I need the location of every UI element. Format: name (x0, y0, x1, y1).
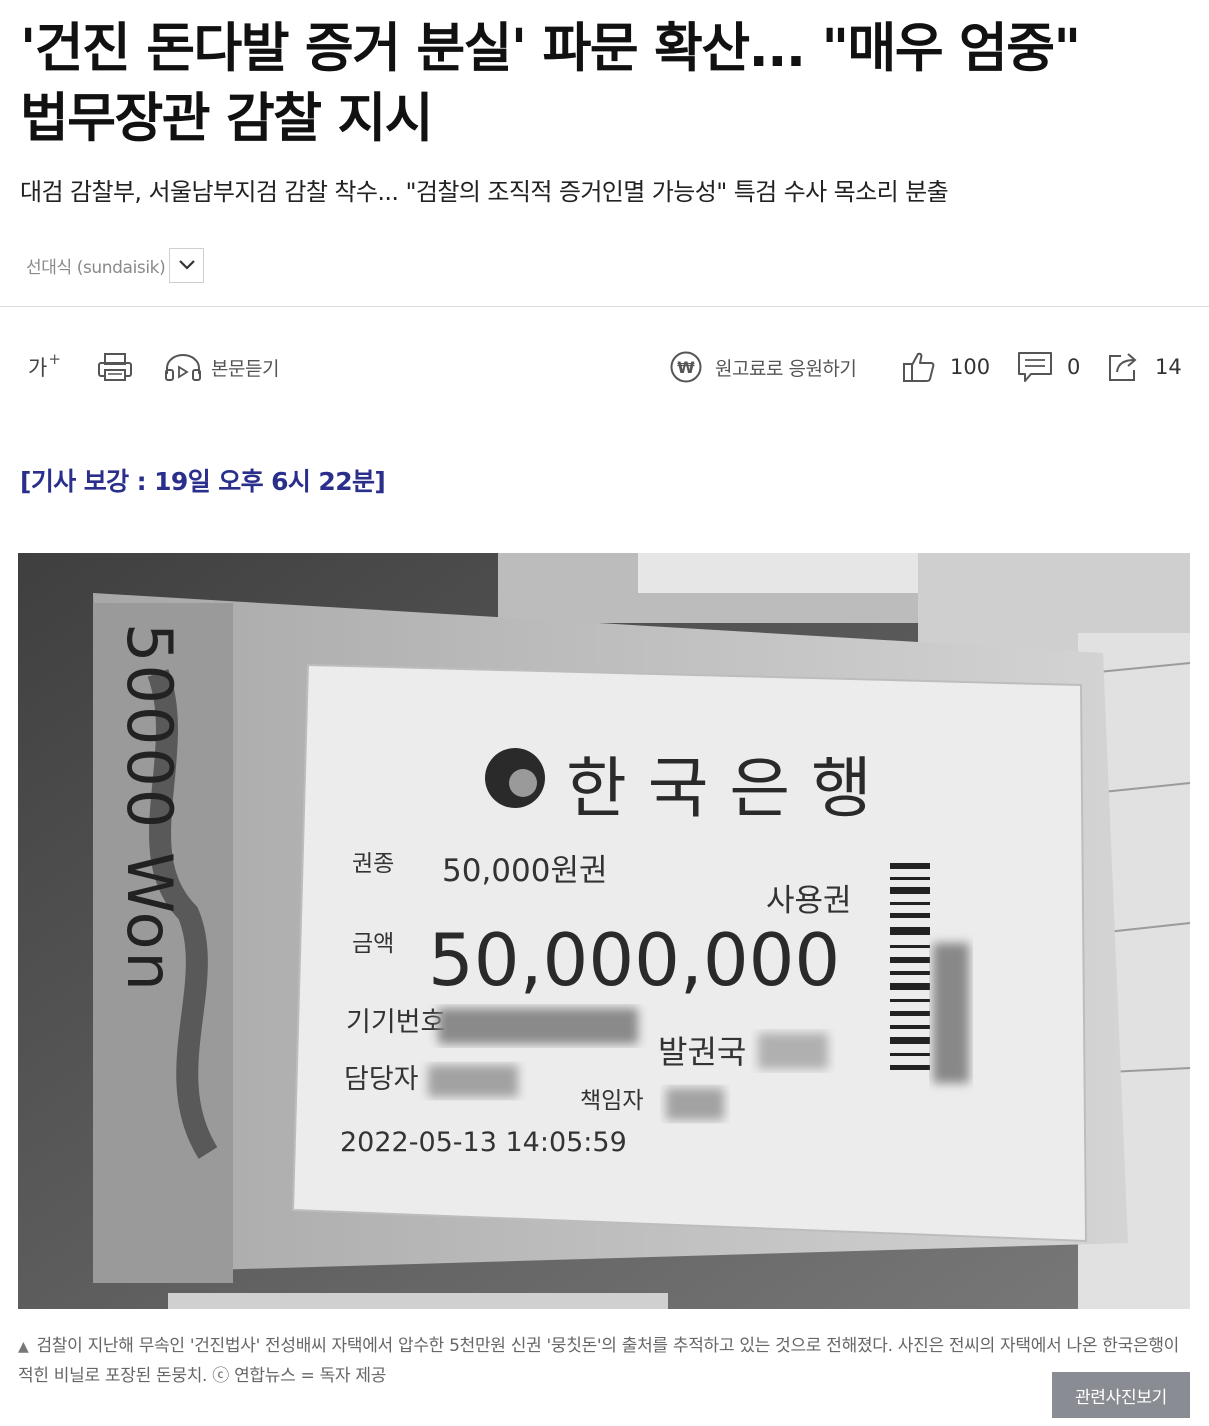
manager-label: 담당자 (344, 1064, 419, 1095)
banknote-text: 50000 Won (113, 623, 186, 993)
like-button[interactable]: 100 (902, 340, 990, 394)
like-count: 100 (950, 355, 991, 379)
denomination-label: 권종 (352, 851, 394, 877)
thumbs-up-icon (903, 352, 935, 382)
article-toolbar: 가 + 본문듣기 ₩ 원고료로 응원하기 100 0 14 (0, 340, 1209, 394)
amount-value: 50,000,000 (428, 918, 840, 1002)
support-button[interactable]: ₩ 원고료로 응원하기 (669, 340, 857, 394)
author-expand-button[interactable] (169, 247, 205, 283)
header-divider (0, 306, 1209, 307)
support-label: 원고료로 응원하기 (715, 357, 857, 380)
chevron-down-icon (179, 260, 195, 270)
article-subheadline: 대검 감찰부, 서울남부지검 감찰 착수... "검찰의 조직적 증거인멸 가능… (20, 178, 949, 206)
amount-label: 금액 (352, 931, 394, 957)
comment-count: 0 (1067, 355, 1081, 379)
font-size-label: 가 (28, 356, 48, 380)
author-name[interactable]: 선대식 (sundaisik) (26, 253, 166, 278)
bank-name: 한 국 은 행 (566, 750, 872, 827)
photo-caption: ▲ 검찰이 지난해 무속인 '건진법사' 전성배씨 자택에서 압수한 5천만원 신… (18, 1332, 1190, 1391)
usage-label: 사용권 (766, 883, 852, 919)
won-coin-icon: ₩ (670, 351, 702, 383)
headline-line-1: '건진 돈다발 증거 분실' 파문 확산... "매우 엄중" (20, 18, 1081, 79)
listen-label: 본문듣기 (211, 357, 279, 380)
related-photos-button[interactable]: 관련사진보기 (1052, 1372, 1190, 1418)
caption-triangle-icon: ▲ (18, 1339, 29, 1355)
caption-text: 검찰이 지난해 무속인 '건진법사' 전성배씨 자택에서 압수한 5천만원 신권… (18, 1336, 1179, 1386)
comment-icon (1018, 352, 1052, 382)
share-count: 14 (1155, 355, 1182, 379)
listen-button[interactable]: 본문듣기 (163, 340, 279, 394)
update-note: [기사 보강 : 19일 오후 6시 22분] (20, 467, 386, 496)
font-size-button[interactable]: 가 + (28, 340, 61, 394)
article-headline: '건진 돈다발 증거 분실' 파문 확산... "매우 엄중" 법무장관 감찰 … (20, 14, 1195, 154)
svg-text:₩: ₩ (677, 358, 695, 377)
machine-label: 기기번호 (346, 1007, 445, 1038)
print-icon (98, 353, 132, 381)
byline: 선대식 (sundaisik) (26, 247, 205, 283)
font-size-plus: + (48, 350, 61, 368)
headline-line-2: 법무장관 감찰 지시 (20, 88, 433, 149)
article-photo[interactable]: 50000 Won 한 국 은 행 권종 50,000원권 사용권 금액 50,… (18, 553, 1190, 1309)
responsible-label: 책임자 (580, 1088, 643, 1114)
headphones-icon (165, 354, 201, 381)
print-button[interactable] (96, 340, 134, 394)
share-icon (1109, 353, 1137, 381)
label-timestamp: 2022-05-13 14:05:59 (340, 1127, 627, 1158)
cash-bundle-image: 50000 Won 한 국 은 행 권종 50,000원권 사용권 금액 50,… (18, 553, 1190, 1309)
issuer-label: 발권국 (658, 1033, 746, 1071)
comment-button[interactable]: 0 (1017, 340, 1080, 394)
denomination-value: 50,000원권 (442, 853, 608, 889)
share-button[interactable]: 14 (1107, 340, 1182, 394)
